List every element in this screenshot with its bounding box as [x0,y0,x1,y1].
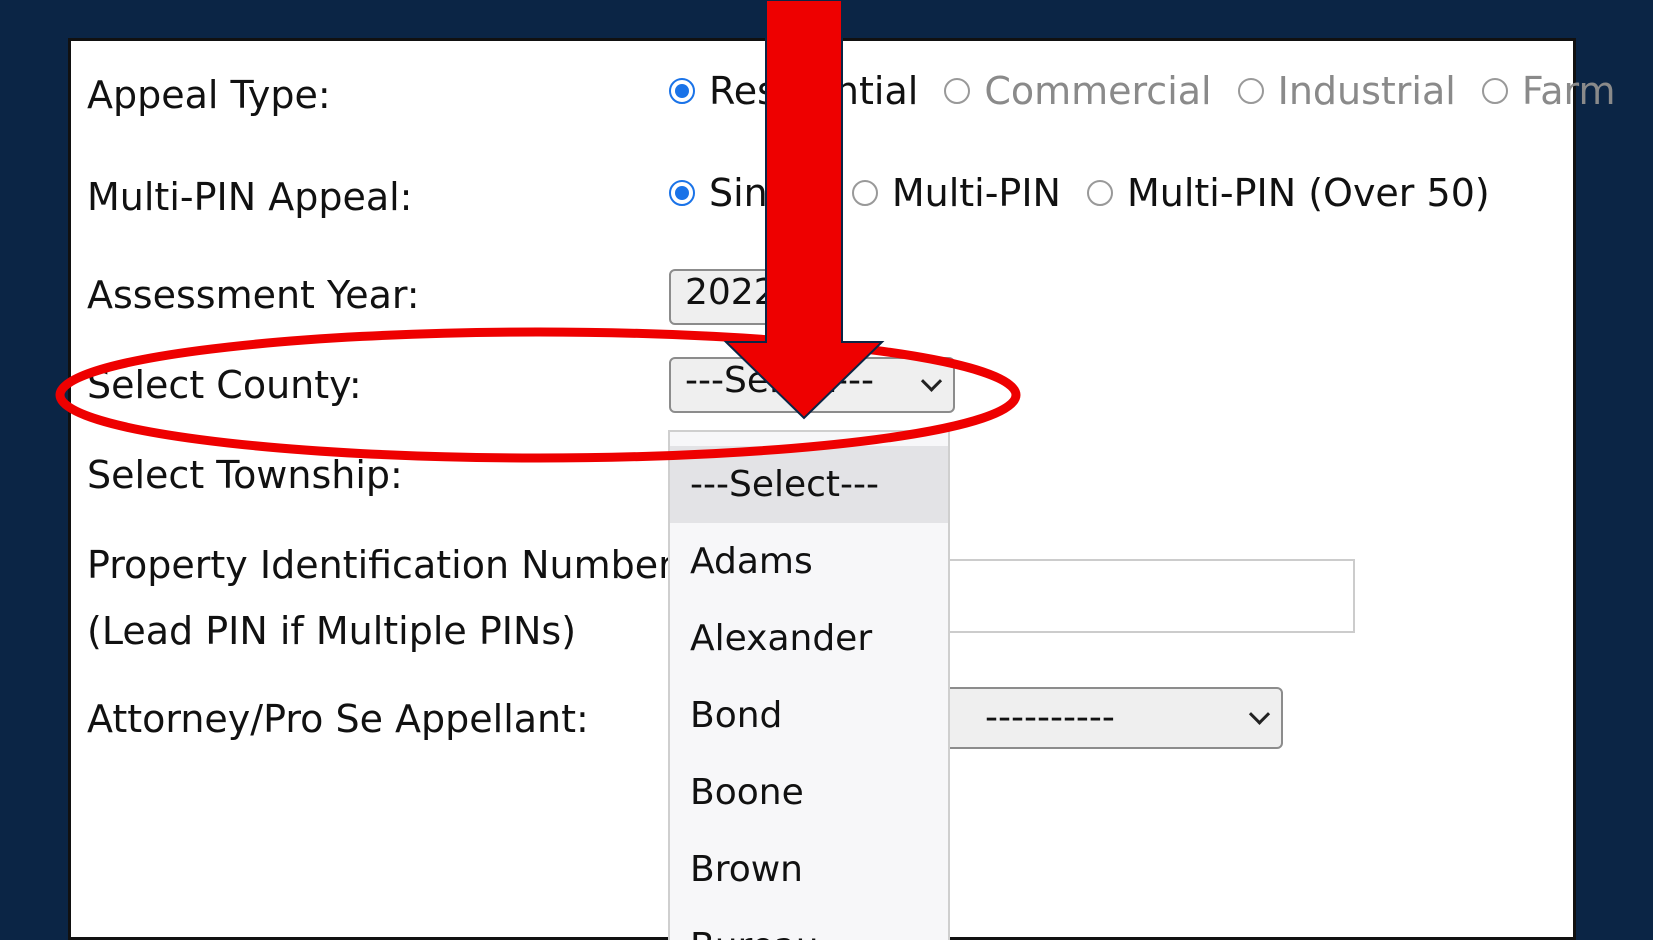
multi-pin-radio-group: Single Multi-PIN Multi-PIN (Over 50) [669,171,1516,215]
appeal-type-farm-option[interactable]: Farm [1481,69,1616,113]
assessment-year-value: 2022 [685,272,777,313]
dropdown-option[interactable]: Adams [670,523,948,600]
dropdown-top-spacer [670,432,948,446]
dropdown-option[interactable]: Alexander [670,600,948,677]
appeal-type-commercial-text: Commercial [984,69,1212,113]
appeal-type-industrial-option[interactable]: Industrial [1237,69,1456,113]
select-county-label: Select County: [87,363,362,407]
attorney-label: Attorney/Pro Se Appellant: [87,697,589,741]
radio-unselected-icon[interactable] [944,78,971,104]
dropdown-option[interactable]: Bond [670,677,948,754]
multi-pin-single-option[interactable]: Single [669,171,826,215]
multi-pin-over50-text: Multi-PIN (Over 50) [1126,171,1490,215]
multi-pin-single-text: Single [709,171,826,215]
county-dropdown-list: ---Select--- Adams Alexander Bond Boone … [668,430,950,940]
assessment-year-select[interactable]: 2022 [669,269,809,325]
multi-pin-multi-option[interactable]: Multi-PIN [851,171,1061,215]
assessment-year-label: Assessment Year: [87,273,420,317]
chevron-down-icon [1248,703,1271,725]
dropdown-option[interactable]: ---Select--- [670,446,948,523]
select-township-label: Select Township: [87,453,403,497]
county-select[interactable]: ---Select--- [669,357,955,413]
appeal-type-farm-text: Farm [1521,69,1616,113]
radio-unselected-icon[interactable] [851,180,878,206]
appeal-type-label: Appeal Type: [87,73,331,117]
pin-sublabel: (Lead PIN if Multiple PINs) [87,609,577,653]
dropdown-option[interactable]: Brown [670,831,948,908]
radio-unselected-icon[interactable] [1481,78,1508,104]
appeal-type-residential-option[interactable]: Residential [669,69,918,113]
chevron-down-icon [920,370,943,392]
radio-unselected-icon[interactable] [1237,78,1264,104]
multi-pin-label: Multi-PIN Appeal: [87,175,413,219]
multi-pin-multi-text: Multi-PIN [891,171,1061,215]
pin-label: Property Identification Number: [87,543,686,587]
appeal-type-residential-text: Residential [709,69,919,113]
radio-selected-icon[interactable] [669,180,695,206]
dropdown-option[interactable]: Boone [670,754,948,831]
radio-selected-icon[interactable] [669,78,695,104]
dropdown-option[interactable]: Bureau [670,908,948,940]
appeal-type-industrial-text: Industrial [1277,69,1456,113]
multi-pin-over50-option[interactable]: Multi-PIN (Over 50) [1086,171,1490,215]
county-select-value: ---Select--- [685,360,874,401]
appeal-type-radio-group: Residential Commercial Industrial Farm [669,69,1641,113]
appeal-type-commercial-option[interactable]: Commercial [944,69,1212,113]
radio-unselected-icon[interactable] [1086,180,1113,206]
